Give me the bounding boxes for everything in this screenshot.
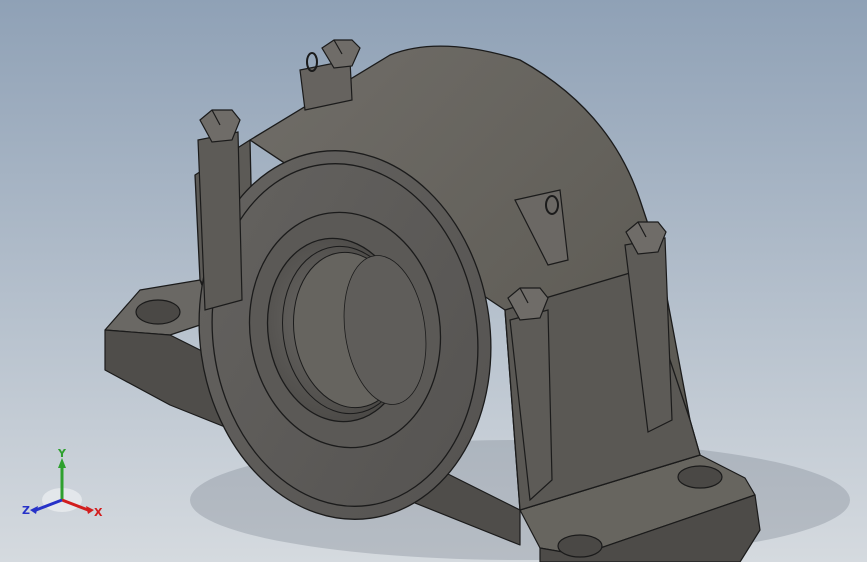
- graphics-viewport[interactable]: Y X Z: [0, 0, 867, 562]
- bolt-head-back-left: [321, 39, 361, 69]
- bearing-housing-model[interactable]: [0, 0, 867, 562]
- z-axis-arrow: [30, 506, 38, 514]
- x-axis-arrow: [86, 506, 94, 514]
- y-axis-label: Y: [57, 448, 67, 460]
- x-axis-label: X: [94, 506, 103, 519]
- axis-triad: Y X Z: [22, 448, 103, 519]
- z-axis-label: Z: [22, 504, 30, 517]
